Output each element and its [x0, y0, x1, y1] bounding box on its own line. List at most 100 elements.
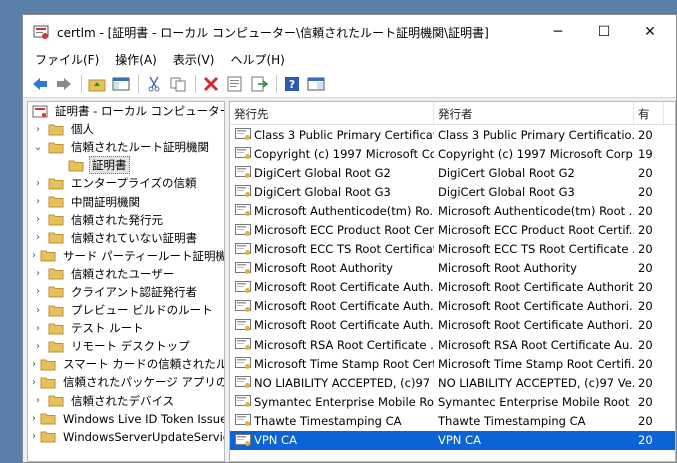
up-one-level-button[interactable] [86, 73, 108, 95]
certlm-window: certlm - [証明書 - ローカル コンピューター\信頼されたルート証明機… [22, 14, 677, 463]
forward-button[interactable] [53, 73, 75, 95]
folder-icon [48, 323, 64, 335]
issued-to-text: Symantec Enterprise Mobile Ro... [254, 394, 434, 409]
certificate-row[interactable]: Copyright (c) 1997 Microsoft Co... Copyri… [230, 144, 675, 163]
menu-action[interactable]: 操作(A) [107, 49, 165, 71]
certificate-row[interactable]: Microsoft RSA Root Certificate ... Micros… [230, 335, 675, 354]
folder-icon [40, 250, 56, 262]
copy-icon [170, 77, 186, 92]
properties-button[interactable] [224, 73, 246, 95]
tree-item[interactable]: › 信頼されたユーザー [28, 265, 224, 283]
certificate-row[interactable]: Microsoft Root Authority Microsoft Root A… [230, 259, 675, 278]
certificate-row[interactable]: DigiCert Global Root G3 DigiCert Global R… [230, 182, 675, 201]
collapsed-chevron-icon[interactable]: › [32, 323, 44, 334]
delete-button[interactable] [200, 73, 222, 95]
menu-view[interactable]: 表示(V) [165, 49, 223, 71]
back-button[interactable] [29, 73, 51, 95]
tree-item[interactable]: › サード パーティールート証明機関 [28, 247, 224, 265]
cell-issued-to: Microsoft RSA Root Certificate ... [230, 338, 434, 352]
tree-item[interactable]: › プレビュー ビルドのルート [28, 301, 224, 319]
tree-item[interactable]: › 中間証明機関 [28, 192, 224, 210]
folder-icon [40, 359, 56, 371]
tree-item[interactable]: › 信頼された発行元 [28, 211, 224, 229]
certificate-row[interactable]: Microsoft Root Certificate Auth... Micros… [230, 278, 675, 297]
collapsed-chevron-icon[interactable]: › [32, 124, 44, 135]
tree-item[interactable]: ⌄ 信頼されたルート証明機関 [28, 138, 224, 156]
menu-help[interactable]: ヘルプ(H) [222, 49, 292, 71]
issued-to-text: Microsoft Authenticode(tm) Ro... [254, 203, 434, 218]
certificate-row[interactable]: VPN CA VPN CA 20 [230, 430, 675, 450]
column-header-issued-by[interactable]: 発行者 [434, 102, 634, 124]
properties-icon [227, 76, 242, 92]
help-button[interactable]: ? [281, 73, 303, 95]
close-icon: ✕ [644, 24, 656, 40]
tree-item[interactable]: › 個人 [28, 120, 224, 138]
tree-item[interactable]: › テスト ルート [28, 319, 224, 337]
tree-item[interactable]: › リモート デスクトップ [28, 337, 224, 355]
tree-item[interactable]: › クライアント認証発行者 [28, 283, 224, 301]
tree-item-label: 信頼された発行元 [71, 212, 163, 227]
collapsed-chevron-icon[interactable]: › [32, 196, 44, 207]
collapsed-chevron-icon[interactable]: › [32, 305, 44, 316]
cell-issued-by: Class 3 Public Primary Certificatio... [438, 127, 634, 142]
certificate-row[interactable]: Microsoft Root Certificate Auth... Micros… [230, 316, 675, 335]
issued-to-text: NO LIABILITY ACCEPTED, (c)97 ... [254, 375, 434, 390]
column-header-expiration[interactable]: 有 [634, 102, 664, 124]
collapsed-chevron-icon[interactable]: › [32, 250, 36, 261]
collapsed-chevron-icon[interactable]: › [32, 232, 44, 243]
certificate-row[interactable]: Class 3 Public Primary Certificatio... Cl… [230, 125, 675, 144]
collapsed-chevron-icon[interactable]: › [32, 286, 44, 297]
tree-item[interactable]: › Windows Live ID Token Issuer [28, 410, 224, 428]
collapsed-chevron-icon[interactable]: › [32, 268, 44, 279]
collapsed-chevron-icon[interactable]: › [32, 178, 44, 189]
tree-item[interactable]: › 信頼されたデバイス [28, 392, 224, 410]
tree-item[interactable]: 証明書 [28, 156, 224, 175]
copy-button[interactable] [167, 73, 189, 95]
cut-button[interactable] [143, 73, 165, 95]
tree-item-label: 信頼されたデバイス [71, 393, 175, 408]
tree-item[interactable]: › スマート カードの信頼されたルート [28, 355, 224, 373]
collapsed-chevron-icon[interactable]: › [32, 359, 36, 370]
show-hide-tree-button[interactable] [110, 73, 132, 95]
export-list-button[interactable] [248, 73, 270, 95]
cell-issued-by: DigiCert Global Root G3 [438, 184, 575, 199]
certificate-row[interactable]: Thawte Timestamping CA Thawte Timestampin… [230, 411, 675, 430]
tree-item[interactable]: › 信頼されていない証明書 [28, 229, 224, 247]
tree-item[interactable]: › WindowsServerUpdateServices [28, 428, 224, 446]
issued-to-text: Microsoft ECC Product Root Cer... [254, 223, 434, 238]
collapsed-chevron-icon[interactable]: › [32, 377, 36, 388]
close-button[interactable]: ✕ [627, 15, 673, 49]
certificate-row[interactable]: NO LIABILITY ACCEPTED, (c)97 ... NO LIABI… [230, 373, 675, 392]
collapsed-chevron-icon[interactable]: › [32, 214, 44, 225]
maximize-icon: ☐ [597, 24, 611, 40]
certificate-row[interactable]: Microsoft ECC TS Root Certificat... Micro… [230, 240, 675, 259]
cell-expiration: 19 [638, 146, 653, 161]
tree-item[interactable]: › 信頼されたパッケージ アプリのイン [28, 373, 224, 391]
collapsed-chevron-icon[interactable]: › [32, 341, 44, 352]
tree-root[interactable]: 証明書 - ローカル コンピューター [28, 102, 224, 120]
collapsed-chevron-icon[interactable]: › [32, 395, 44, 406]
cell-issued-by: Symantec Enterprise Mobile Root ... [438, 394, 634, 409]
menu-file[interactable]: ファイル(F) [27, 49, 107, 71]
certificate-row[interactable]: Microsoft Root Certificate Auth... Micros… [230, 297, 675, 316]
mmc-pane-button[interactable] [305, 73, 327, 95]
maximize-button[interactable]: ☐ [581, 15, 627, 49]
expanded-chevron-icon[interactable]: ⌄ [32, 142, 44, 153]
folder-icon [48, 232, 64, 244]
issued-to-text: Microsoft Root Certificate Auth... [254, 299, 434, 314]
certificate-row[interactable]: DigiCert Global Root G2 DigiCert Global R… [230, 163, 675, 182]
certificate-row[interactable]: Symantec Enterprise Mobile Ro... Symantec… [230, 392, 675, 411]
collapsed-chevron-icon[interactable]: › [32, 413, 36, 424]
certificate-row[interactable]: Microsoft Time Stamp Root Cert... Microso… [230, 354, 675, 373]
title-bar[interactable]: certlm - [証明書 - ローカル コンピューター\信頼されたルート証明機… [23, 15, 676, 49]
collapsed-chevron-icon[interactable]: › [32, 431, 36, 442]
toolbar-separator [276, 75, 277, 93]
tree-item-label: 証明書 [89, 156, 130, 175]
certificate-row[interactable]: Microsoft Authenticode(tm) Ro... Microsof… [230, 201, 675, 220]
certificate-icon [235, 299, 251, 312]
issued-to-text: Microsoft Root Certificate Auth... [254, 280, 434, 295]
cell-expiration: 20 [638, 203, 653, 218]
minimize-button[interactable]: ─ [535, 15, 581, 49]
tree-item[interactable]: › エンタープライズの信頼 [28, 174, 224, 192]
certificate-row[interactable]: Microsoft ECC Product Root Cer... Microso… [230, 220, 675, 239]
